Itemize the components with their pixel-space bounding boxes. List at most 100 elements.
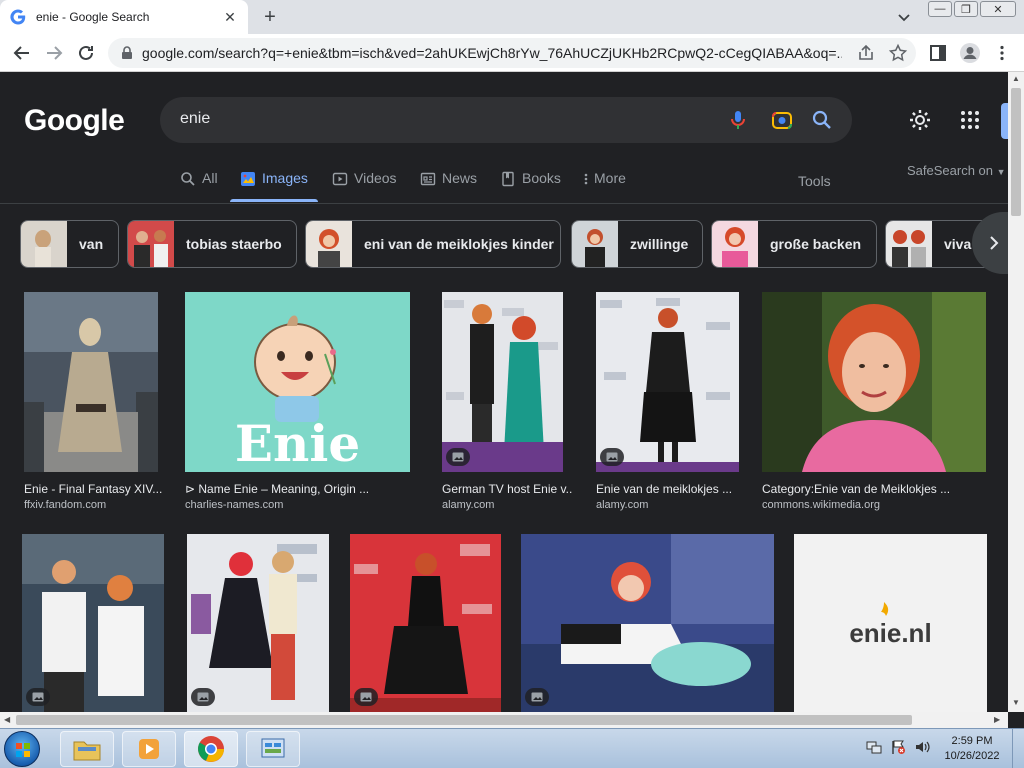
search-input[interactable]: enie	[180, 110, 210, 128]
scroll-left-icon[interactable]: ◀	[4, 715, 10, 724]
tab-search-chevron-down-icon[interactable]	[894, 7, 914, 27]
taskbar-clock[interactable]: 2:59 PM 10/26/2022	[940, 734, 1004, 764]
action-center-flag-icon[interactable]	[890, 739, 906, 755]
chip-thumbnail	[712, 221, 758, 267]
result-image[interactable]	[24, 292, 158, 472]
result-image[interactable]	[187, 534, 329, 712]
image-badge-icon	[446, 448, 470, 466]
result-caption[interactable]: German TV host Enie v...	[442, 482, 572, 496]
result-image[interactable]	[762, 292, 986, 472]
settings-gear-icon[interactable]	[908, 108, 932, 132]
result-source[interactable]: alamy.com	[442, 499, 494, 511]
tab-close-icon[interactable]: ✕	[222, 9, 238, 25]
image-icon	[241, 172, 255, 186]
sign-in-button[interactable]	[1001, 103, 1008, 139]
tab-videos[interactable]: Videos	[332, 170, 397, 202]
result-source[interactable]: alamy.com	[596, 499, 648, 511]
url-text[interactable]: google.com/search?q=+enie&tbm=isch&ved=2…	[142, 45, 842, 61]
chip-van[interactable]: van	[20, 220, 119, 268]
result-caption[interactable]: Enie van de meiklokjes ...	[596, 482, 746, 496]
horizontal-scrollbar[interactable]: ◀ ▶	[0, 712, 1008, 728]
result-image[interactable]	[350, 534, 501, 712]
chip-label: große backen	[770, 236, 862, 252]
clock-time: 2:59 PM	[951, 735, 993, 747]
taskbar-control-panel-button[interactable]	[246, 731, 300, 767]
lock-icon[interactable]	[120, 46, 134, 60]
profile-avatar-icon	[960, 43, 980, 63]
microphone-icon[interactable]	[726, 108, 750, 132]
scroll-down-icon[interactable]: ▼	[1012, 698, 1020, 707]
chip-label: van	[79, 236, 104, 252]
profile-button[interactable]	[958, 41, 982, 65]
tab-all[interactable]: All	[180, 170, 218, 202]
result-image[interactable]	[442, 292, 563, 472]
tab-images[interactable]: Images	[230, 170, 318, 202]
folder-icon	[73, 741, 101, 761]
related-search-chips: van tobias staerbo eni van de meiklokjes…	[20, 220, 1008, 268]
horizontal-scroll-thumb[interactable]	[16, 715, 912, 725]
result-source[interactable]: ffxiv.fandom.com	[24, 499, 106, 511]
more-vert-icon	[584, 173, 588, 185]
tab-books[interactable]: Books	[500, 170, 561, 202]
tab-label: All	[202, 170, 218, 186]
chrome-icon	[198, 736, 224, 762]
chrome-menu-button[interactable]	[990, 41, 1014, 65]
network-icon[interactable]	[866, 739, 882, 755]
maximize-button[interactable]: ❐	[954, 1, 978, 17]
camera-lens-icon[interactable]	[770, 108, 794, 132]
chip-grosse-backen[interactable]: große backen	[711, 220, 877, 268]
google-results-page: Google enie All Images Videos News Books…	[0, 72, 1008, 712]
result-caption[interactable]: Category:Enie van de Meiklokjes ...	[762, 482, 986, 496]
back-button[interactable]	[10, 41, 34, 65]
vertical-scroll-thumb[interactable]	[1011, 88, 1021, 216]
tools-button[interactable]: Tools	[798, 173, 831, 189]
show-desktop-button[interactable]	[1012, 729, 1024, 768]
reload-button[interactable]	[74, 41, 98, 65]
scroll-up-icon[interactable]: ▲	[1012, 74, 1020, 83]
tab-more[interactable]: More	[582, 170, 626, 202]
close-window-button[interactable]: ✕	[980, 1, 1016, 17]
chip-zwillinge[interactable]: zwillinge	[571, 220, 703, 268]
chip-eni-van-de-meiklokjes-kinder[interactable]: eni van de meiklokjes kinder	[305, 220, 561, 268]
result-image[interactable]	[596, 292, 739, 472]
apps-grid-icon[interactable]	[958, 108, 982, 132]
chip-label: eni van de meiklokjes kinder	[364, 236, 554, 252]
taskbar-explorer-button[interactable]	[60, 731, 114, 767]
more-vert-icon	[1000, 45, 1004, 61]
browser-tab-active[interactable]: enie - Google Search ✕	[0, 0, 248, 34]
bookmark-star-icon[interactable]	[888, 43, 908, 63]
image-result[interactable]: enie.nl	[794, 534, 987, 712]
forward-button[interactable]	[42, 41, 66, 65]
tab-news[interactable]: News	[420, 170, 477, 202]
vertical-scrollbar[interactable]: ▲ ▼	[1008, 72, 1024, 712]
share-icon[interactable]	[856, 43, 876, 63]
tab-label: Books	[522, 170, 561, 186]
new-tab-button[interactable]: +	[258, 5, 282, 29]
google-favicon-icon	[10, 9, 26, 25]
chip-tobias-staerbo[interactable]: tobias staerbo	[127, 220, 297, 268]
tab-label: More	[594, 170, 626, 186]
reload-icon	[79, 45, 93, 60]
result-source[interactable]: commons.wikimedia.org	[762, 499, 880, 511]
result-image[interactable]	[521, 534, 774, 712]
result-source[interactable]: charlies-names.com	[185, 499, 283, 511]
search-icon[interactable]	[810, 108, 834, 132]
side-panel-button[interactable]	[926, 41, 950, 65]
result-caption[interactable]: Enie - Final Fantasy XIV...	[24, 482, 164, 496]
chip-label: zwillinge	[630, 236, 689, 252]
result-image[interactable]	[22, 534, 164, 712]
google-logo[interactable]: Google	[24, 104, 125, 138]
search-box[interactable]: enie	[160, 97, 852, 143]
taskbar-chrome-button[interactable]	[184, 731, 238, 767]
media-player-icon	[139, 739, 159, 759]
scroll-right-icon[interactable]: ▶	[994, 715, 1000, 724]
safesearch-dropdown[interactable]: SafeSearch on ▼	[907, 163, 1006, 178]
volume-icon[interactable]	[914, 739, 930, 755]
address-bar[interactable]: google.com/search?q=+enie&tbm=isch&ved=2…	[108, 38, 916, 68]
taskbar-media-player-button[interactable]	[122, 731, 176, 767]
start-button[interactable]	[4, 731, 40, 767]
result-caption[interactable]: ⊳ Name Enie – Meaning, Origin ...	[185, 482, 415, 496]
book-icon	[502, 171, 514, 187]
windows-logo-icon	[16, 743, 30, 757]
minimize-button[interactable]: —	[928, 1, 952, 17]
